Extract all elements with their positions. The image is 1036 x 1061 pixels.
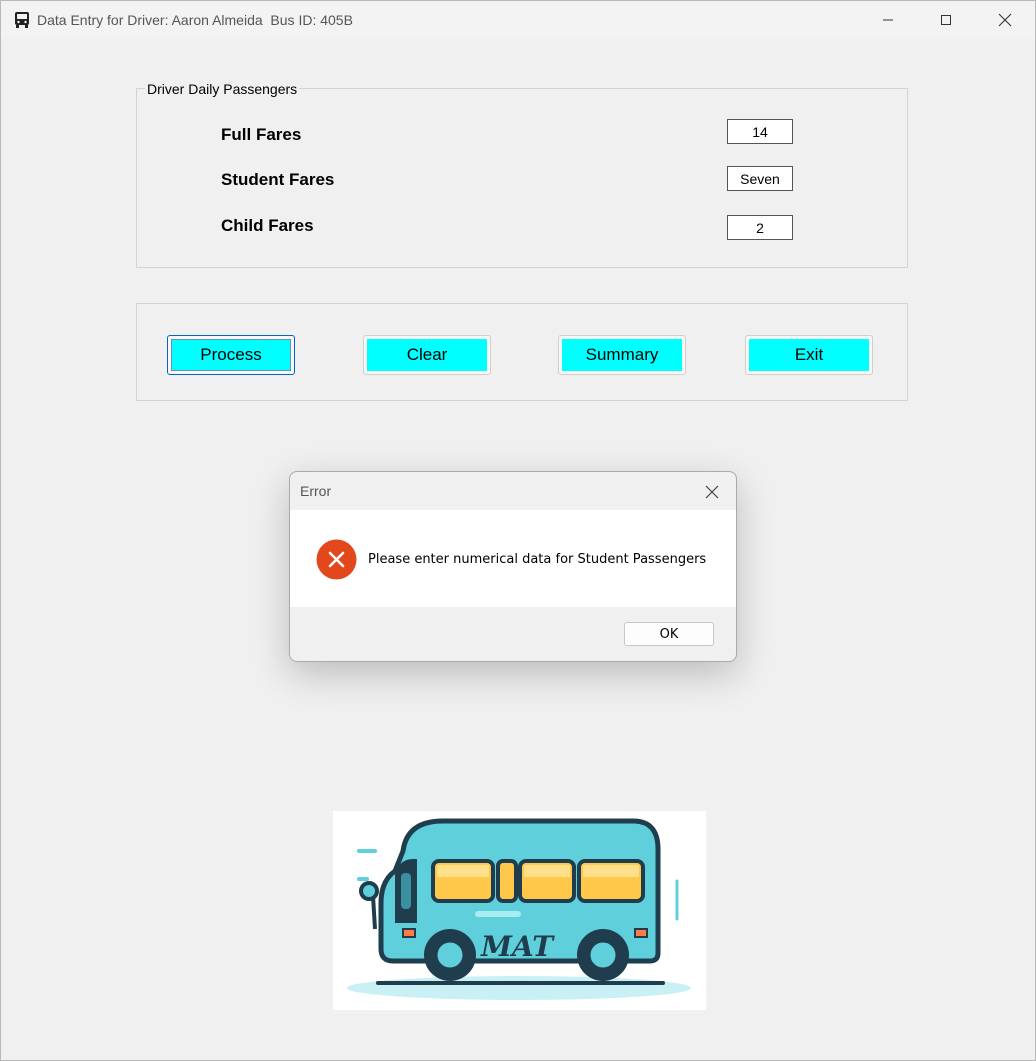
error-dialog: Error Please enter numerical data for St… bbox=[289, 471, 737, 662]
dialog-close-icon[interactable] bbox=[702, 482, 722, 502]
exit-button[interactable]: Exit bbox=[745, 335, 873, 375]
bus-illustration: MAT bbox=[347, 818, 691, 1000]
dialog-body: Please enter numerical data for Student … bbox=[290, 510, 736, 607]
minimize-button[interactable] bbox=[859, 1, 917, 39]
summary-button[interactable]: Summary bbox=[558, 335, 686, 375]
dialog-title-bar[interactable]: Error bbox=[290, 472, 736, 510]
student-fares-input[interactable] bbox=[727, 166, 793, 191]
close-button[interactable] bbox=[976, 1, 1034, 39]
clear-button[interactable]: Clear bbox=[363, 335, 491, 375]
process-button-label: Process bbox=[171, 339, 291, 371]
close-icon bbox=[998, 13, 1012, 27]
maximize-button[interactable] bbox=[917, 1, 975, 39]
child-fares-label: Child Fares bbox=[221, 216, 314, 235]
logo-text: MAT bbox=[480, 930, 555, 963]
title-bar[interactable]: Data Entry for Driver: Aaron Almeida Bus… bbox=[1, 1, 1035, 39]
error-message: Please enter numerical data for Student … bbox=[368, 552, 707, 567]
clear-button-label: Clear bbox=[367, 339, 487, 371]
error-icon bbox=[316, 539, 357, 580]
dialog-title: Error bbox=[300, 483, 332, 499]
exit-button-label: Exit bbox=[749, 339, 869, 371]
child-fares-input[interactable] bbox=[727, 215, 793, 240]
maximize-icon bbox=[941, 15, 951, 25]
full-fares-label: Full Fares bbox=[221, 125, 302, 144]
ok-button[interactable]: OK bbox=[624, 622, 714, 646]
summary-button-label: Summary bbox=[562, 339, 682, 371]
student-fares-label: Student Fares bbox=[221, 170, 335, 189]
full-fares-input[interactable] bbox=[727, 119, 793, 144]
minimize-icon bbox=[883, 19, 893, 21]
bus-icon bbox=[15, 12, 29, 28]
groupbox-legend: Driver Daily Passengers bbox=[145, 81, 300, 97]
process-button[interactable]: Process bbox=[167, 335, 295, 375]
window-title: Data Entry for Driver: Aaron Almeida Bus… bbox=[37, 12, 353, 28]
mat-bus-logo: MAT bbox=[333, 811, 706, 1010]
